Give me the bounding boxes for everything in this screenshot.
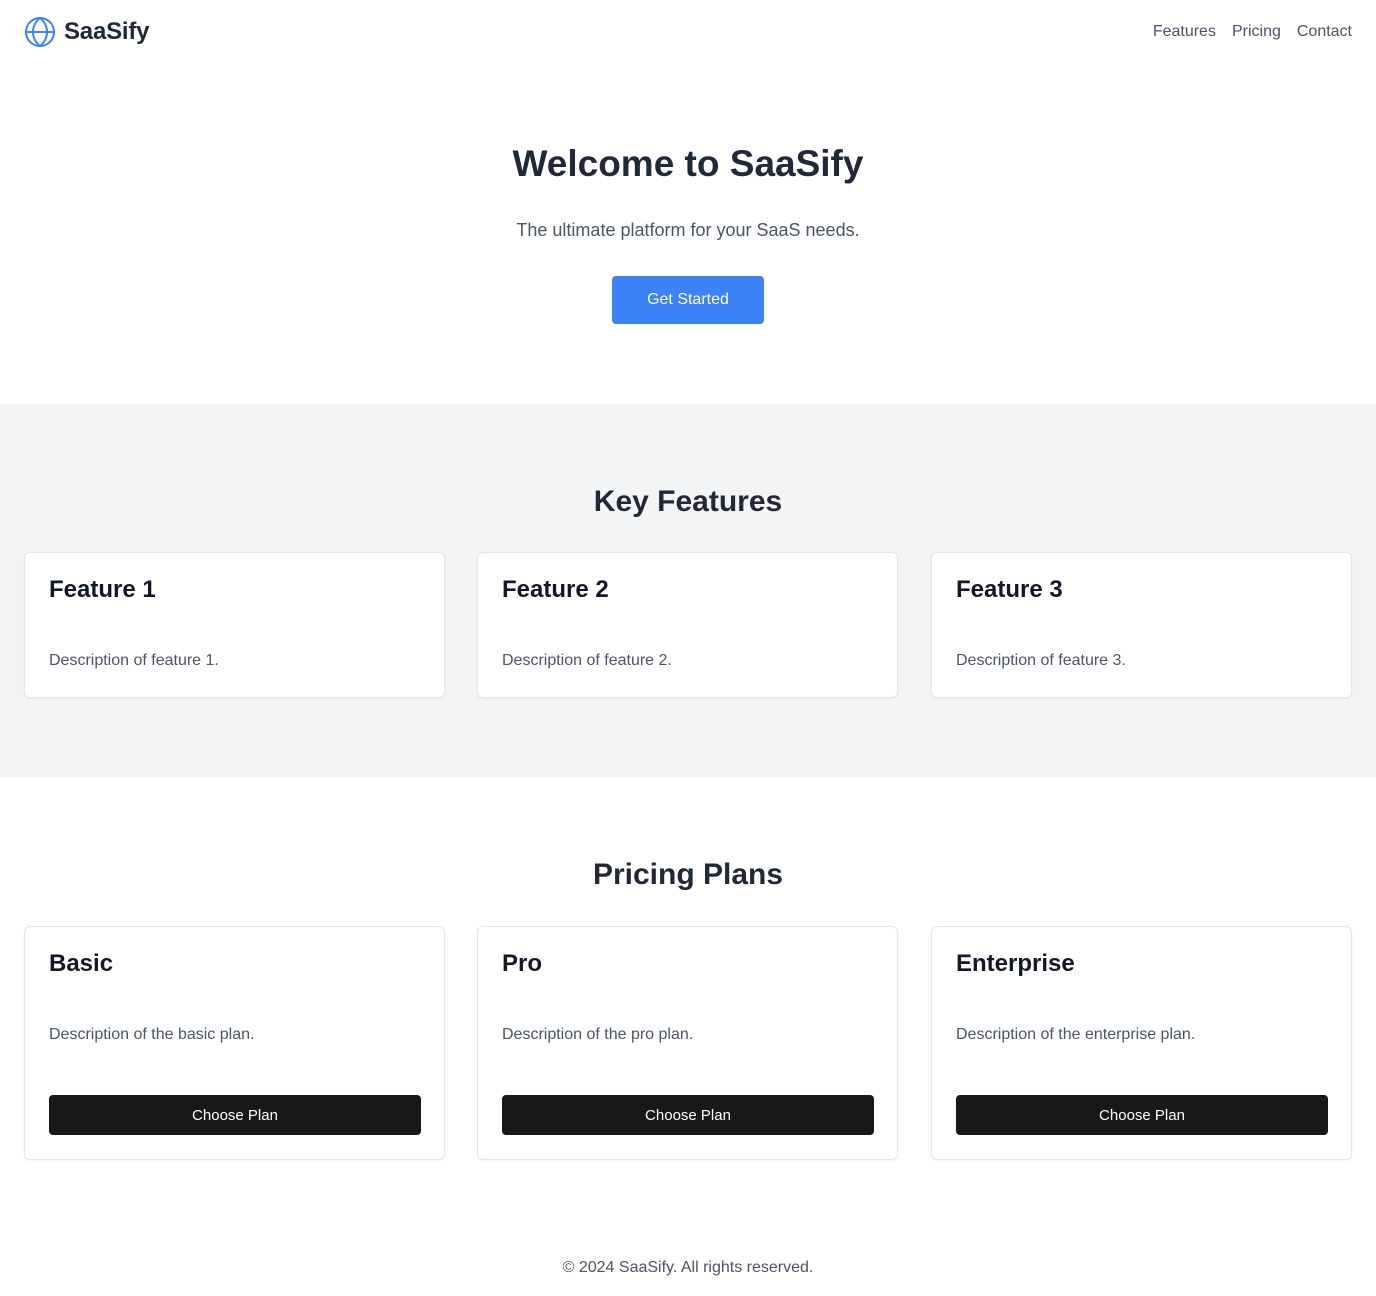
feature-card-description: Description of feature 3. [956,652,1126,669]
feature-card-title: Feature 3 [956,576,1063,603]
main-nav: Features Pricing Contact [1153,20,1352,44]
choose-plan-button[interactable]: Choose Plan [49,1095,421,1135]
plan-name: Enterprise [956,950,1075,977]
plan-description: Description of the pro plan. [502,1026,694,1043]
hero-section: Welcome to SaaSify The ultimate platform… [0,64,1376,404]
feature-card-description: Description of feature 2. [502,652,672,669]
brand-name: SaaSify [64,18,150,45]
plan-description: Description of the basic plan. [49,1026,255,1043]
plan-name: Basic [49,950,114,977]
feature-card-description: Description of feature 1. [49,652,219,669]
feature-card: Feature 1 Description of feature 1. [24,552,445,698]
pricing-card-pro: Pro Description of the pro plan. Choose … [477,926,898,1160]
pricing-title: Pricing Plans [592,858,784,891]
copyright-text: © 2024 SaaSify. All rights reserved. [562,1259,814,1276]
feature-card-title: Feature 2 [502,576,609,603]
nav-link-pricing[interactable]: Pricing [1232,20,1281,44]
feature-card: Feature 2 Description of feature 2. [477,552,898,698]
features-section: Key Features Feature 1 Description of fe… [0,404,1376,777]
brand-link[interactable]: SaaSify [24,16,150,48]
globe-icon [24,16,56,48]
nav-link-contact[interactable]: Contact [1297,20,1352,44]
feature-card: Feature 3 Description of feature 3. [931,552,1352,698]
features-title: Key Features [593,485,783,518]
site-header: SaaSify Features Pricing Contact [0,0,1376,64]
plan-name: Pro [502,950,543,977]
pricing-card-enterprise: Enterprise Description of the enterprise… [931,926,1352,1160]
get-started-button[interactable]: Get Started [612,276,764,324]
site-footer: © 2024 SaaSify. All rights reserved. [0,1240,1376,1296]
choose-plan-button[interactable]: Choose Plan [956,1095,1328,1135]
nav-link-features[interactable]: Features [1153,20,1216,44]
plan-description: Description of the enterprise plan. [956,1026,1196,1043]
feature-card-title: Feature 1 [49,576,156,603]
pricing-card-basic: Basic Description of the basic plan. Cho… [24,926,445,1160]
choose-plan-button[interactable]: Choose Plan [502,1095,874,1135]
pricing-section: Pricing Plans Basic Description of the b… [0,777,1376,1197]
hero-title: Welcome to SaaSify [512,143,864,184]
hero-subtitle: The ultimate platform for your SaaS need… [516,220,860,240]
